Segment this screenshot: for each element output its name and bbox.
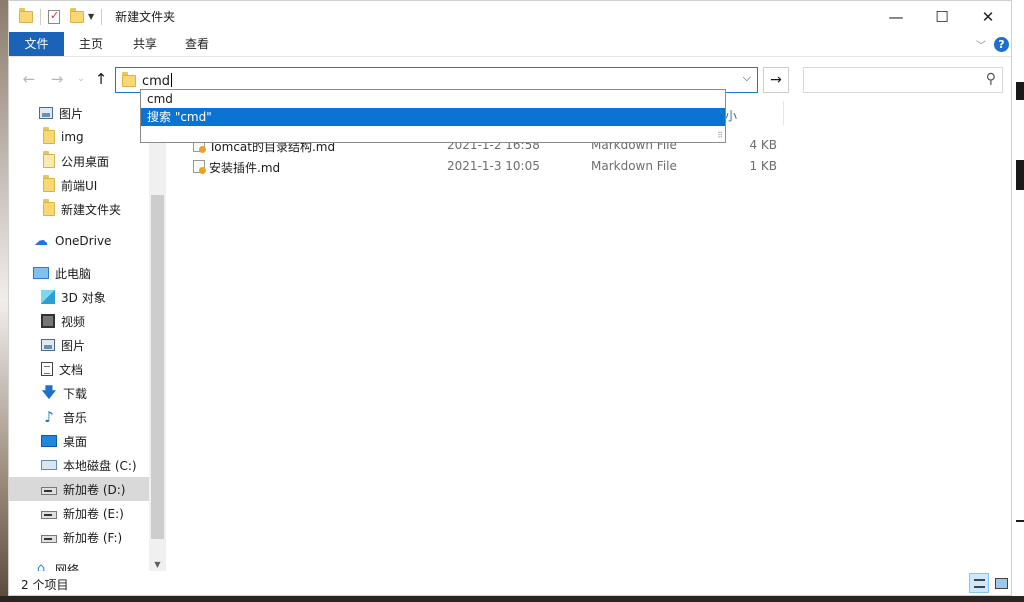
search-box[interactable]: ⚲: [803, 67, 1003, 93]
navigation-pane: 图片 img 公用桌面 前端UI 新建文件夹 ☁ OneDrive 此电脑 3D …: [9, 99, 149, 571]
folder-icon: [43, 199, 55, 216]
recent-locations-button[interactable]: ⌄: [71, 69, 91, 89]
sidebar-item-3d-objects[interactable]: 3D 对象: [9, 285, 149, 309]
quick-access-toolbar: ▼: [19, 7, 105, 25]
network-icon: ⌂: [36, 561, 46, 572]
folder-icon: [43, 151, 55, 168]
title-bar: ▼ 新建文件夹 — ☐ ✕: [9, 1, 1011, 32]
sidebar-item-this-pc[interactable]: 此电脑: [9, 261, 149, 285]
sidebar-item-onedrive[interactable]: ☁ OneDrive: [9, 229, 149, 253]
desktop-background-left: [0, 0, 8, 602]
file-type: Markdown File: [591, 159, 677, 173]
file-row[interactable]: 安装插件.md 2021-1-3 10:05 Markdown File 1 K…: [189, 156, 789, 177]
back-button[interactable]: ←: [19, 69, 39, 89]
sidebar-item-pictures-pinned[interactable]: 图片: [9, 101, 149, 125]
up-button[interactable]: ↑: [91, 69, 111, 89]
window-title: 新建文件夹: [115, 10, 176, 24]
sidebar-item-img[interactable]: img: [9, 125, 149, 149]
customize-toolbar-icon[interactable]: ▼: [88, 12, 94, 21]
sidebar-item-drive-c[interactable]: 本地磁盘 (C:): [9, 453, 149, 477]
markdown-file-icon: [193, 160, 206, 174]
sidebar-item-documents[interactable]: 文档: [9, 357, 149, 381]
folder-icon: [43, 175, 55, 192]
background-window-right: [1012, 0, 1024, 602]
sidebar-item-downloads[interactable]: 🡇 下载: [9, 381, 149, 405]
resize-grip[interactable]: ⠿: [717, 131, 723, 140]
tab-file[interactable]: 文件: [9, 32, 64, 56]
expand-ribbon-icon[interactable]: ﹀: [976, 37, 986, 52]
sidebar-item-desktop[interactable]: 桌面: [9, 429, 149, 453]
autocomplete-item[interactable]: cmd: [141, 90, 725, 108]
file-name: 安装插件.md: [209, 161, 281, 175]
details-view-icon: [974, 579, 985, 588]
column-header-size[interactable]: 小: [725, 107, 737, 124]
large-icons-view-button[interactable]: [991, 573, 1011, 593]
sidebar-item-drive-e[interactable]: 新加卷 (E:): [9, 501, 149, 525]
system-drive-icon: [41, 460, 57, 470]
pictures-icon: [41, 339, 55, 351]
tab-home[interactable]: 主页: [67, 32, 115, 56]
address-input[interactable]: cmd: [142, 74, 170, 89]
cloud-icon: ☁: [34, 233, 48, 249]
help-icon[interactable]: ?: [994, 37, 1009, 52]
music-note-icon: ♪: [44, 408, 54, 426]
details-view-button[interactable]: [969, 573, 989, 593]
computer-icon: [33, 267, 49, 279]
document-icon: [41, 362, 53, 376]
ribbon-tabs: 文件 主页 共享 查看 ﹀ ?: [9, 32, 1011, 57]
taskbar-edge: [0, 596, 1024, 602]
properties-icon[interactable]: [48, 9, 60, 24]
item-count: 2 个项目: [21, 578, 69, 592]
new-folder-icon[interactable]: [70, 7, 84, 23]
sidebar-item-network[interactable]: ⌂ 网络: [9, 557, 149, 572]
sidebar-item-frontend-ui[interactable]: 前端UI: [9, 173, 149, 197]
text-caret: [171, 73, 173, 87]
file-size: 1 KB: [749, 159, 777, 173]
pictures-icon: [39, 107, 53, 119]
folder-icon: [122, 72, 136, 87]
download-icon: 🡇: [41, 385, 57, 401]
forward-button[interactable]: →: [47, 69, 67, 89]
film-icon: [41, 314, 55, 328]
sidebar-item-drive-f[interactable]: 新加卷 (F:): [9, 525, 149, 549]
desktop-icon: [41, 435, 57, 447]
go-button[interactable]: →: [763, 67, 789, 93]
tab-share[interactable]: 共享: [121, 32, 169, 56]
chevron-down-icon[interactable]: ⌵: [743, 71, 751, 85]
window-controls: — ☐ ✕: [873, 1, 1011, 32]
autocomplete-item-search[interactable]: 搜索 "cmd": [141, 108, 725, 126]
explorer-window: ▼ 新建文件夹 — ☐ ✕ 文件 主页 共享 查看 ﹀ ? ← → ⌄ ↑ cm…: [8, 0, 1012, 596]
drive-icon: [41, 487, 57, 495]
file-size: 4 KB: [749, 138, 777, 152]
sidebar-item-videos[interactable]: 视频: [9, 309, 149, 333]
scroll-down-icon[interactable]: ▼: [149, 560, 166, 569]
file-date: 2021-1-3 10:05: [447, 159, 540, 173]
status-bar: 2 个项目: [9, 571, 1011, 595]
search-icon: ⚲: [985, 71, 996, 87]
folder-icon: [19, 7, 33, 23]
sidebar-item-music[interactable]: ♪ 音乐: [9, 405, 149, 429]
scrollbar-thumb[interactable]: [151, 195, 164, 539]
drive-icon: [41, 535, 57, 543]
sidebar-scrollbar[interactable]: ▲ ▼: [149, 97, 166, 571]
sidebar-item-public-desktop[interactable]: 公用桌面: [9, 149, 149, 173]
folder-icon: [43, 127, 55, 144]
maximize-button[interactable]: ☐: [919, 1, 965, 32]
cube-icon: [41, 290, 55, 304]
address-autocomplete: cmd 搜索 "cmd" ⠿: [140, 89, 726, 143]
sidebar-item-drive-d[interactable]: 新加卷 (D:): [9, 477, 149, 501]
sidebar-item-pictures[interactable]: 图片: [9, 333, 149, 357]
ribbon-right-controls: ﹀ ?: [976, 37, 1009, 52]
large-icons-view-icon: [995, 578, 1008, 589]
tab-view[interactable]: 查看: [173, 32, 221, 56]
drive-icon: [41, 511, 57, 519]
minimize-button[interactable]: —: [873, 1, 919, 32]
sidebar-item-new-folder[interactable]: 新建文件夹: [9, 197, 149, 221]
column-divider[interactable]: [783, 101, 784, 125]
close-button[interactable]: ✕: [965, 1, 1011, 32]
